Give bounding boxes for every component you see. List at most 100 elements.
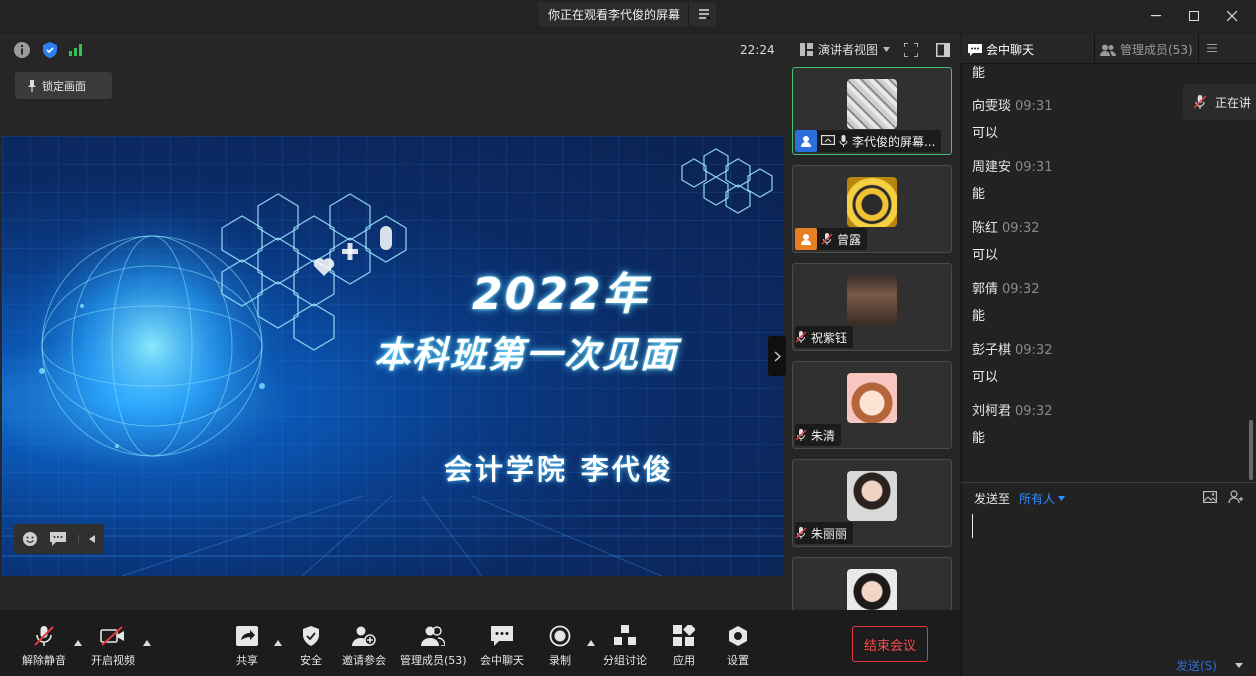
- participant-tile[interactable]: 曾露: [792, 165, 952, 253]
- chat-message-sender: 向雯琰 09:31: [972, 99, 1053, 114]
- breakout-rooms-button[interactable]: 分组讨论: [603, 624, 647, 668]
- gallery-toggle-handle[interactable]: [768, 336, 786, 376]
- divider: [961, 482, 1256, 483]
- participant-tile[interactable]: [792, 557, 952, 610]
- caret-down-icon: [1058, 496, 1066, 501]
- shield-icon[interactable]: [42, 41, 58, 59]
- share-screen-icon: [234, 624, 260, 648]
- send-button[interactable]: 发送(S): [1176, 657, 1217, 674]
- participant-nameplate: 李代俊的屏幕...: [795, 130, 942, 152]
- speaking-toast: 正在讲: [1183, 84, 1256, 120]
- manage-participants-label: 管理成员(53): [400, 654, 467, 667]
- record-icon: [547, 624, 573, 648]
- manage-participants-button[interactable]: 管理成员(53): [400, 624, 467, 668]
- unmute-options-caret[interactable]: [74, 640, 82, 646]
- record-options-caret[interactable]: [587, 640, 595, 646]
- chat-scrollbar[interactable]: [1249, 420, 1253, 480]
- share-options-caret[interactable]: [274, 640, 282, 646]
- slide-presenter: 会计学院 李代俊: [444, 453, 674, 486]
- mic-muted-icon: [1193, 95, 1207, 109]
- close-icon[interactable]: [1220, 4, 1244, 28]
- chat-message-text: 可以: [972, 248, 999, 263]
- mic-muted-icon: [795, 331, 807, 343]
- info-icon[interactable]: [13, 41, 31, 59]
- microphone-icon: [839, 135, 848, 147]
- participant-name: 祝紫钰: [811, 330, 848, 345]
- avatar: [847, 569, 897, 610]
- view-mode-label: 演讲者视图: [818, 43, 879, 57]
- end-meeting-button[interactable]: 结束会议: [852, 626, 928, 662]
- recipient-dropdown[interactable]: 所有人: [1019, 490, 1066, 507]
- shared-screen-slide: 2022年 本科班第一次见面 会计学院 李代俊: [2, 136, 784, 576]
- signal-icon[interactable]: [69, 42, 85, 56]
- participant-tile[interactable]: 李代俊的屏幕...: [792, 67, 952, 155]
- lock-view-label: 锁定画面: [42, 79, 86, 93]
- sharing-banner[interactable]: 你正在观看李代俊的屏幕: [538, 2, 716, 26]
- side-panel-icon[interactable]: [936, 43, 950, 57]
- menu-icon[interactable]: [699, 9, 711, 19]
- divider: [1198, 33, 1199, 64]
- chat-bubble-icon: [489, 624, 515, 648]
- host-badge-icon: [795, 228, 817, 250]
- chat-message-sender: 郭倩 09:32: [972, 282, 1040, 297]
- record-button[interactable]: 录制: [547, 624, 573, 668]
- caret-down-icon: [1235, 662, 1243, 668]
- speaking-toast-text: 正在讲: [1215, 95, 1252, 110]
- speaker-view-icon: [800, 43, 813, 56]
- maximize-icon[interactable]: [1182, 4, 1206, 28]
- chat-input[interactable]: [972, 514, 973, 538]
- pin-icon: [27, 79, 37, 92]
- tab-members[interactable]: 管理成员(53): [1100, 41, 1193, 58]
- chat-message-sender: 陈红 09:32: [972, 221, 1040, 236]
- fullscreen-icon[interactable]: [904, 43, 918, 57]
- settings-button[interactable]: 设置: [725, 624, 751, 668]
- participant-nameplate: 曾露: [795, 228, 868, 250]
- chat-button[interactable]: 会中聊天: [480, 624, 524, 668]
- screen-share-icon: [821, 135, 835, 147]
- shield-icon: [298, 624, 324, 648]
- unmute-button[interactable]: 解除静音: [22, 624, 66, 668]
- minimize-icon[interactable]: [1144, 4, 1168, 28]
- avatar: [847, 471, 897, 521]
- image-icon[interactable]: [1203, 491, 1217, 503]
- caret-down-icon: [883, 47, 891, 52]
- start-video-button[interactable]: 开启视频: [91, 624, 135, 668]
- slide-year: 2022年: [472, 269, 649, 320]
- participants-icon: [420, 624, 446, 648]
- send-options-dropdown[interactable]: [1228, 656, 1250, 674]
- gear-icon: [725, 624, 751, 648]
- security-button[interactable]: 安全: [298, 624, 324, 668]
- mention-user-icon[interactable]: [1228, 490, 1244, 504]
- participant-nameplate: 祝紫钰: [795, 326, 854, 348]
- avatar: [847, 177, 897, 227]
- add-user-icon: [351, 624, 377, 648]
- comment-icon[interactable]: [50, 532, 66, 546]
- invite-button[interactable]: 邀请参会: [342, 624, 386, 668]
- mic-muted-icon: [821, 233, 833, 245]
- participant-tile[interactable]: 朱丽丽: [792, 459, 952, 547]
- start-video-label: 开启视频: [91, 654, 135, 667]
- video-off-icon: [100, 624, 126, 648]
- avatar: [847, 373, 897, 423]
- tab-members-label: 管理成员(53): [1120, 43, 1193, 57]
- lock-view-button[interactable]: 锁定画面: [15, 72, 112, 99]
- chat-message-text: 能: [972, 66, 986, 81]
- chat-bubble-icon: [968, 43, 982, 56]
- chat-message-sender: 彭子棋 09:32: [972, 343, 1053, 358]
- mic-muted-icon: [795, 429, 807, 441]
- participant-tile[interactable]: 朱清: [792, 361, 952, 449]
- divider: [1094, 33, 1095, 64]
- chat-message-text: 能: [972, 431, 986, 446]
- view-mode-button[interactable]: 演讲者视图: [800, 41, 891, 58]
- participant-tile[interactable]: 祝紫钰: [792, 263, 952, 351]
- chat-message-text: 能: [972, 187, 986, 202]
- video-options-caret[interactable]: [143, 640, 151, 646]
- chat-message-text: 可以: [972, 370, 999, 385]
- apps-button[interactable]: 应用: [671, 624, 697, 668]
- apps-icon: [671, 624, 697, 648]
- menu-icon[interactable]: [1207, 44, 1217, 52]
- collapse-left-icon[interactable]: [78, 535, 95, 543]
- share-button[interactable]: 共享: [234, 624, 260, 668]
- emoji-icon[interactable]: [22, 531, 38, 547]
- tab-chat[interactable]: 会中聊天: [968, 41, 1034, 58]
